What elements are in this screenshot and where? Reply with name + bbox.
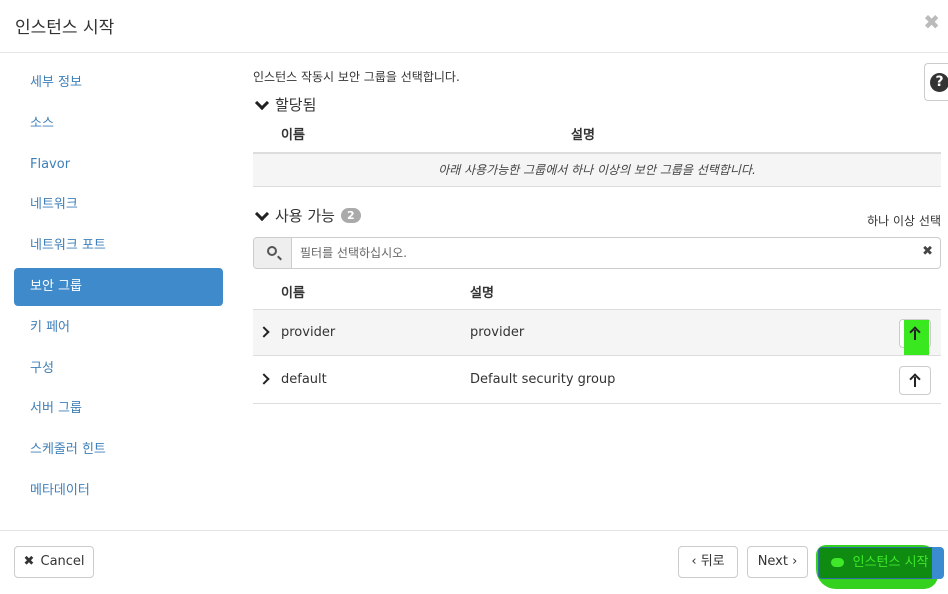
search-icon: [267, 246, 277, 256]
arrow-up-icon: [910, 374, 920, 387]
table-row: default Default security group: [253, 357, 941, 404]
modal-header: 인스턴스 시작 ✖: [0, 0, 948, 53]
table-row: provider provider: [253, 309, 941, 356]
allocate-button[interactable]: [899, 319, 931, 355]
allocate-button[interactable]: [899, 366, 931, 395]
next-button[interactable]: Next ›: [747, 546, 808, 578]
modal-footer: ✖ Cancel ‹ 뒤로 Next › 인스턴스 시작: [0, 530, 948, 594]
chevron-down-icon: [254, 95, 270, 110]
available-section-toggle[interactable]: 사용 가능 2: [253, 205, 361, 226]
allocated-section-toggle[interactable]: 할당됨: [253, 94, 316, 115]
filter-addon: [254, 238, 292, 268]
allocated-col-name: 이름: [281, 128, 305, 143]
modal-title: 인스턴스 시작: [15, 18, 115, 38]
row-description: Default security group: [470, 372, 616, 387]
row-name: provider: [281, 325, 336, 340]
launch-label: 인스턴스 시작: [852, 555, 929, 570]
available-col-name: 이름: [281, 286, 305, 301]
sidebar-item-source[interactable]: 소스: [14, 105, 223, 143]
filter-bar: ✖: [253, 237, 941, 269]
arrow-up-icon: [910, 327, 920, 340]
allocated-empty-message: 아래 사용가능한 그룹에서 하나 이상의 보안 그룹을 선택합니다.: [253, 152, 941, 187]
launch-button-wrap: 인스턴스 시작: [814, 545, 944, 589]
available-col-desc: 설명: [470, 286, 494, 301]
cloud-upload-icon: [831, 558, 845, 567]
wizard-sidebar: 세부 정보 소스 Flavor 네트워크 네트워크 포트 보안 그룹 키 페어 …: [14, 64, 223, 513]
available-count-badge: 2: [340, 208, 361, 223]
sidebar-item-network-ports[interactable]: 네트워크 포트: [14, 227, 223, 265]
chevron-down-icon: [254, 206, 270, 221]
sidebar-item-flavor[interactable]: Flavor: [14, 146, 223, 184]
clear-filter-icon[interactable]: ✖: [922, 244, 933, 259]
launch-instance-button[interactable]: 인스턴스 시작: [818, 547, 944, 579]
row-name: default: [281, 372, 327, 387]
sidebar-item-server-groups[interactable]: 서버 그룹: [14, 390, 223, 428]
question-circle-icon: ?: [930, 73, 948, 92]
button-edge: [932, 547, 944, 579]
back-button[interactable]: ‹ 뒤로: [678, 546, 738, 578]
expand-chevron-icon[interactable]: [258, 373, 270, 385]
sidebar-item-security-groups[interactable]: 보안 그룹: [14, 267, 223, 306]
sidebar-item-scheduler-hints[interactable]: 스케줄러 힌트: [14, 431, 223, 469]
sidebar-item-networks[interactable]: 네트워크: [14, 186, 223, 224]
allocated-col-desc: 설명: [571, 128, 595, 143]
cancel-button[interactable]: ✖ Cancel: [14, 546, 94, 578]
expand-chevron-icon[interactable]: [258, 326, 270, 338]
step-description: 인스턴스 작동시 보안 그룹을 선택합니다.: [253, 70, 460, 84]
help-button[interactable]: ?: [924, 63, 948, 101]
select-hint: 하나 이상 선택: [867, 214, 941, 228]
allocated-title: 할당됨: [275, 96, 317, 114]
sidebar-item-configuration[interactable]: 구성: [14, 350, 223, 388]
close-icon: ✖: [23, 554, 35, 569]
sidebar-item-metadata[interactable]: 메타데이터: [14, 472, 223, 510]
cancel-label: Cancel: [40, 554, 85, 569]
available-title: 사용 가능: [275, 207, 335, 225]
sidebar-item-details[interactable]: 세부 정보: [14, 64, 223, 102]
row-description: provider: [470, 325, 525, 340]
sidebar-item-key-pair[interactable]: 키 페어: [14, 309, 223, 347]
filter-input[interactable]: [300, 238, 900, 268]
close-icon[interactable]: ✖: [923, 10, 940, 34]
